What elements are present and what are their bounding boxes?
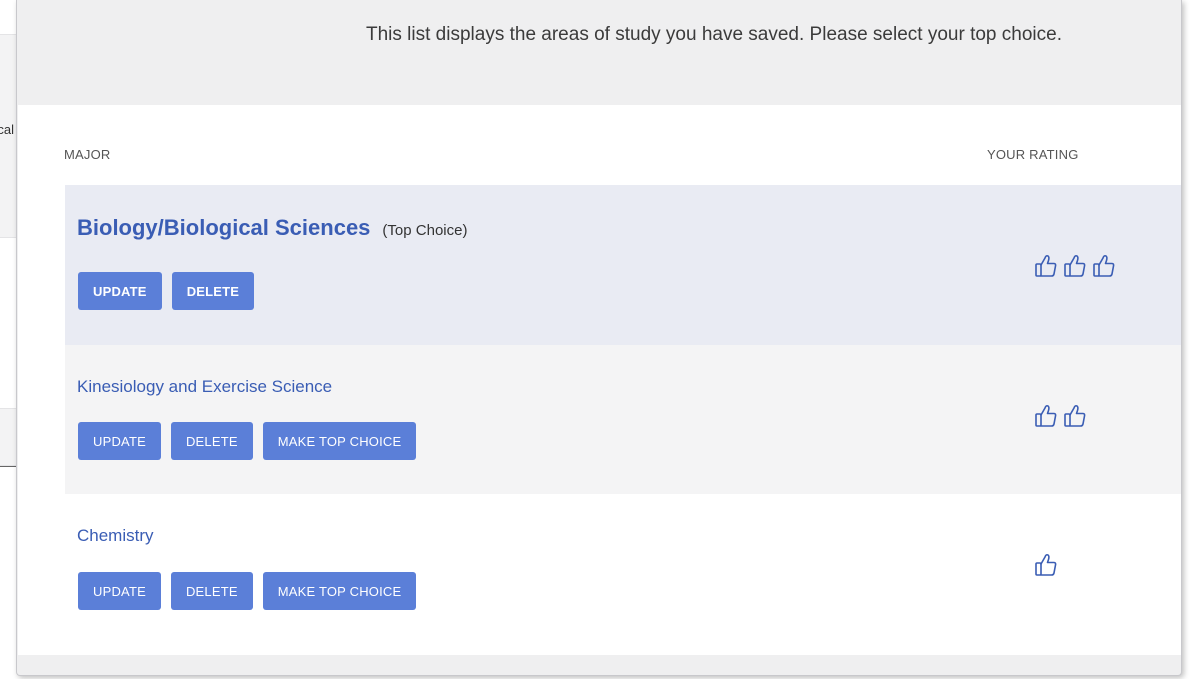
divider — [0, 466, 16, 467]
saved-majors-modal: This list displays the areas of study yo… — [16, 0, 1182, 676]
row-actions: UPDATE DELETE — [78, 272, 255, 310]
row-actions: UPDATE DELETE MAKE TOP CHOICE — [78, 422, 417, 460]
page: cal This list displays the areas of stud… — [0, 0, 1194, 679]
column-header-major: MAJOR — [64, 147, 111, 162]
thumbs-up-icon[interactable] — [1063, 403, 1087, 429]
table-row: Kinesiology and Exercise Science UPDATE … — [65, 345, 1181, 494]
background-text: cal — [0, 122, 14, 137]
background-card — [0, 408, 16, 466]
major-name: Biology/Biological Sciences (Top Choice) — [77, 215, 467, 241]
majors-table: MAJOR YOUR RATING Biology/Biological Sci… — [18, 105, 1181, 655]
delete-button[interactable]: DELETE — [170, 422, 253, 460]
top-choice-tag: (Top Choice) — [382, 222, 468, 239]
table-row-top-choice: Biology/Biological Sciences (Top Choice) … — [65, 185, 1181, 345]
row-actions: UPDATE DELETE MAKE TOP CHOICE — [78, 572, 417, 610]
rating-thumbs[interactable] — [1034, 552, 1058, 578]
make-top-choice-button[interactable]: MAKE TOP CHOICE — [262, 422, 417, 460]
thumbs-up-icon[interactable] — [1034, 253, 1058, 279]
table-row: Chemistry UPDATE DELETE MAKE TOP CHOICE — [65, 494, 1181, 644]
thumbs-up-icon[interactable] — [1092, 253, 1116, 279]
delete-button[interactable]: DELETE — [170, 572, 253, 610]
rating-thumbs[interactable] — [1034, 403, 1087, 429]
thumbs-up-icon[interactable] — [1063, 253, 1087, 279]
make-top-choice-button[interactable]: MAKE TOP CHOICE — [262, 572, 417, 610]
major-name: Kinesiology and Exercise Science — [77, 377, 333, 396]
major-name: Chemistry — [77, 526, 154, 545]
thumbs-up-icon[interactable] — [1034, 403, 1058, 429]
update-button[interactable]: UPDATE — [78, 422, 161, 460]
rating-thumbs[interactable] — [1034, 253, 1116, 279]
major-name-text: Biology/Biological Sciences — [77, 215, 371, 240]
update-button[interactable]: UPDATE — [78, 572, 161, 610]
update-button[interactable]: UPDATE — [78, 272, 162, 310]
thumbs-up-icon[interactable] — [1034, 552, 1058, 578]
column-header-rating: YOUR RATING — [987, 147, 1079, 162]
delete-button[interactable]: DELETE — [171, 272, 255, 310]
modal-instructions: This list displays the areas of study yo… — [366, 24, 1062, 45]
